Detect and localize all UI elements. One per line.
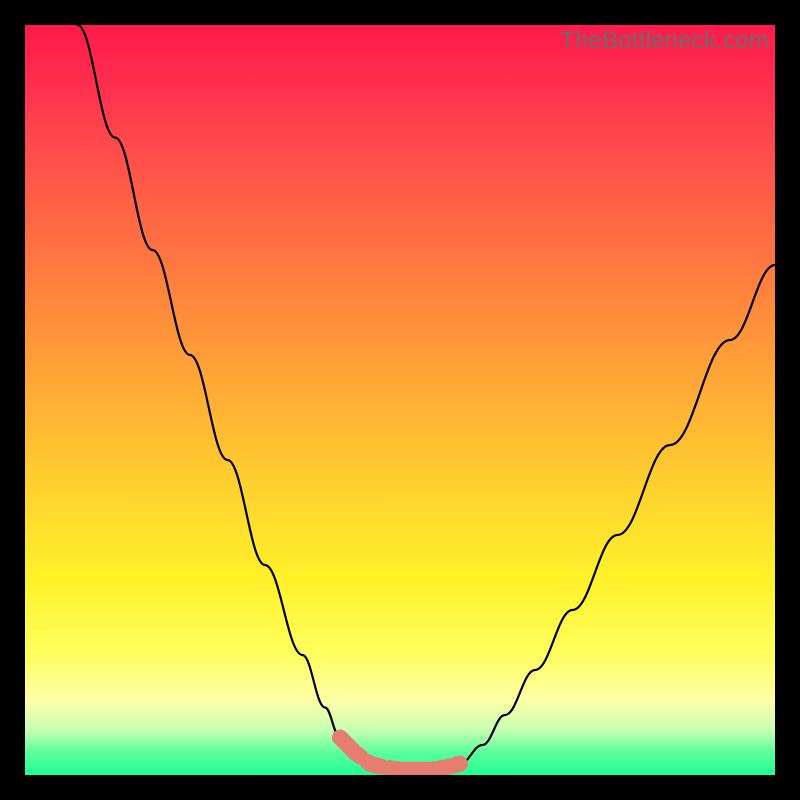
highlight-band — [340, 738, 460, 770]
bottleneck-curve — [78, 25, 776, 770]
chart-frame: TheBottleneck.com — [0, 0, 800, 800]
chart-svg — [25, 25, 775, 775]
plot-area: TheBottleneck.com — [25, 25, 775, 775]
